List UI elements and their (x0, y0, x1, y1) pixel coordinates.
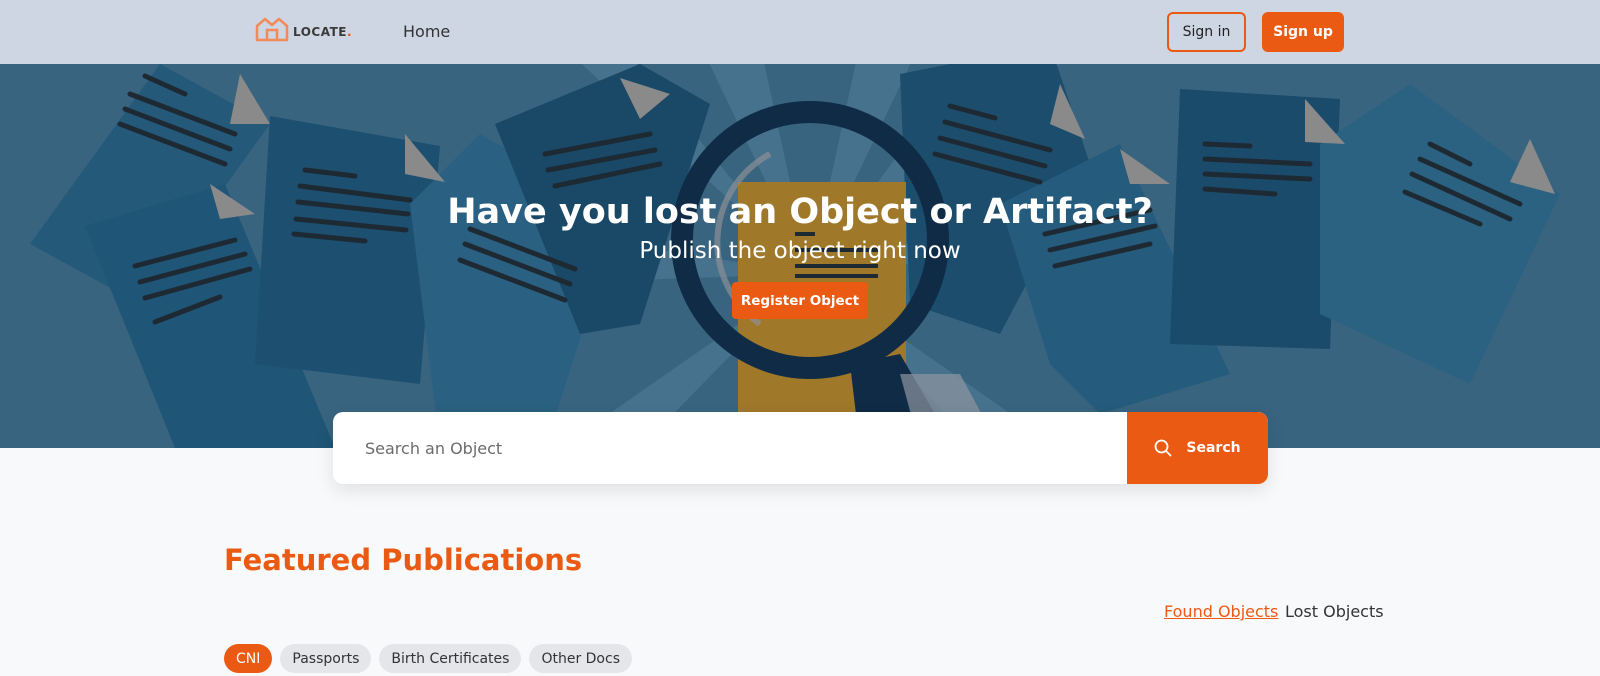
chip-cni[interactable]: CNI (224, 644, 273, 673)
logo-wordmark: LOCATE. (293, 25, 353, 39)
locate-logo[interactable]: LOCATE. (255, 16, 352, 42)
top-navbar: LOCATE. Home Sign in Sign up (0, 0, 1600, 64)
featured-publications-title: Featured Publications (224, 543, 583, 577)
register-object-button[interactable]: Register Object (732, 282, 868, 319)
search-button[interactable]: Search (1127, 412, 1268, 484)
hero-title: Have you lost an Object or Artifact? (447, 192, 1153, 232)
hero-subtitle: Publish the object right now (639, 238, 961, 264)
search-icon (1154, 439, 1172, 457)
tab-found-objects[interactable]: Found Objects (1164, 602, 1278, 621)
search-bar: Search (333, 412, 1268, 484)
chip-other-docs[interactable]: Other Docs (529, 644, 632, 673)
hero-banner: Have you lost an Object or Artifact? Pub… (0, 64, 1600, 448)
chip-passports[interactable]: Passports (280, 644, 372, 673)
search-button-label: Search (1186, 440, 1241, 456)
sign-up-button[interactable]: Sign up (1262, 12, 1344, 52)
house-logo-icon (255, 17, 289, 42)
tab-lost-objects[interactable]: Lost Objects (1285, 602, 1384, 621)
search-input[interactable] (333, 412, 1127, 484)
nav-home-link[interactable]: Home (403, 22, 450, 41)
sign-in-button[interactable]: Sign in (1167, 12, 1246, 52)
chip-birth-certificates[interactable]: Birth Certificates (379, 644, 522, 673)
category-filter-chips: CNI Passports Birth Certificates Other D… (224, 644, 632, 673)
